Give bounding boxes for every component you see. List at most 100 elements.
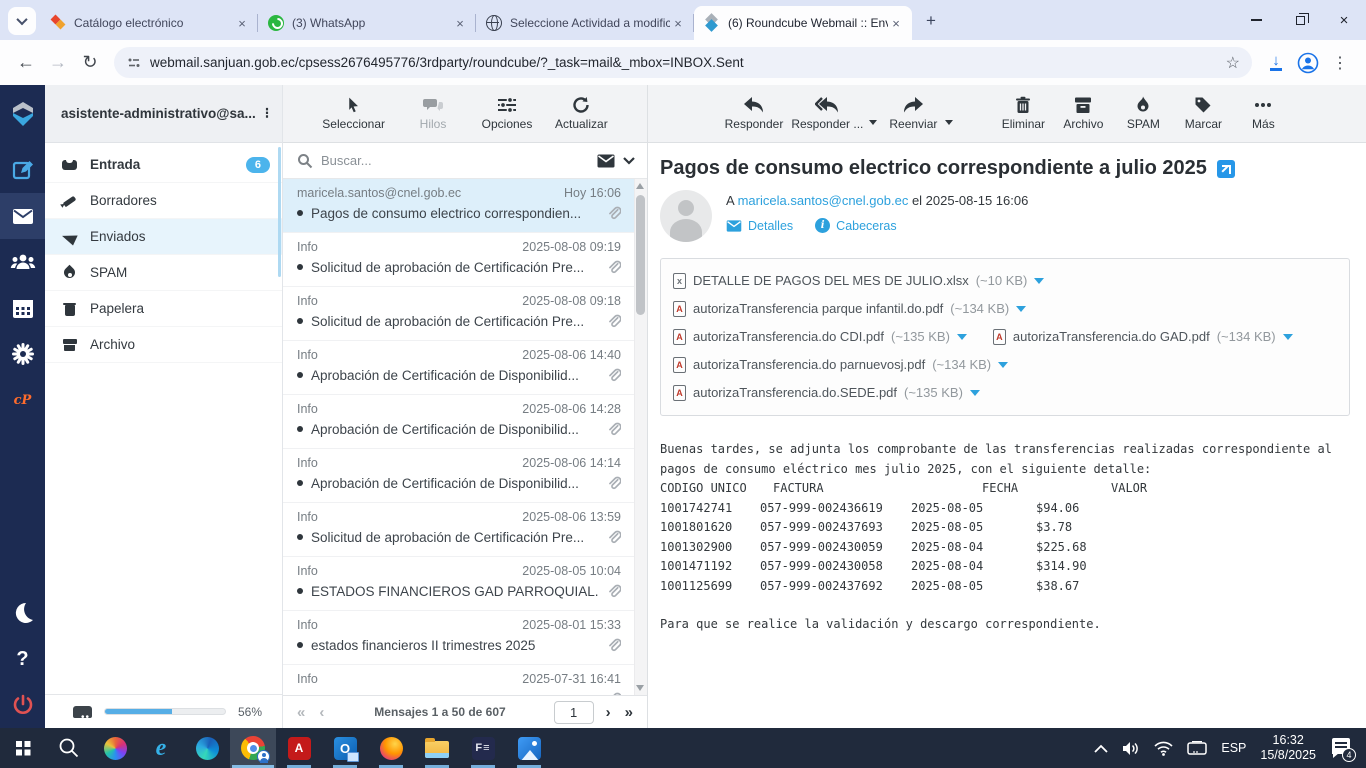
attachment-name[interactable]: autorizaTransferencia parque infantil.do… <box>693 295 943 323</box>
folder-item[interactable]: Papelera <box>45 291 282 327</box>
attachment-name[interactable]: autorizaTransferencia.do parnuevosj.pdf <box>693 351 925 379</box>
attachment-name[interactable]: autorizaTransferencia.do.SEDE.pdf <box>693 379 897 407</box>
details-toggle[interactable]: Detalles <box>726 219 793 233</box>
first-page-button[interactable]: « <box>295 704 307 721</box>
restore-button[interactable] <box>1278 0 1322 40</box>
refresh-button[interactable]: Actualizar <box>555 96 608 131</box>
scroll-down-icon[interactable] <box>636 685 644 691</box>
attachment-name[interactable]: DETALLE DE PAGOS DEL MES DE JULIO.xlsx <box>693 267 969 295</box>
cpanel-nav-button[interactable]: cP <box>0 377 45 423</box>
start-button[interactable] <box>0 728 46 768</box>
headers-toggle[interactable]: i Cabeceras <box>815 218 897 233</box>
internet-explorer-button[interactable]: e <box>138 728 184 768</box>
attachment-menu-caret[interactable] <box>1282 334 1293 340</box>
attachment-menu-caret[interactable] <box>998 362 1009 368</box>
compose-button[interactable] <box>0 147 45 193</box>
forward-button[interactable]: → <box>42 47 74 79</box>
more-button[interactable]: Más <box>1237 96 1289 131</box>
message-row[interactable]: maricela.santos@cnel.gob.ec Hoy 16:06 Pa… <box>283 179 647 233</box>
notification-center-button[interactable]: 4 <box>1330 735 1356 762</box>
tab-close-icon[interactable]: × <box>234 15 250 31</box>
search-input[interactable] <box>321 153 589 168</box>
reply-all-dropdown[interactable] <box>869 120 878 125</box>
archive-button[interactable]: Archivo <box>1057 96 1109 131</box>
message-row[interactable]: Info 2025-08-05 10:04 ESTADOS FINANCIERO… <box>283 557 647 611</box>
calendar-nav-button[interactable] <box>0 285 45 331</box>
forward-button[interactable]: Reenviar <box>887 96 939 131</box>
forward-dropdown[interactable] <box>945 120 954 125</box>
sidebar-scrollbar[interactable] <box>278 147 281 277</box>
settings-nav-button[interactable] <box>0 331 45 377</box>
acrobat-button[interactable]: A <box>276 728 322 768</box>
browser-menu-button[interactable]: ⋮ <box>1324 47 1356 79</box>
folder-item[interactable]: Enviados <box>45 219 282 255</box>
photos-button[interactable] <box>506 728 552 768</box>
downloads-button[interactable]: ↓ <box>1260 47 1292 79</box>
profile-button[interactable] <box>1292 47 1324 79</box>
reply-button[interactable]: Responder <box>725 96 783 131</box>
attachment-name[interactable]: autorizaTransferencia.do CDI.pdf <box>693 323 884 351</box>
browser-tab[interactable]: (6) Roundcube Webmail :: Envia × <box>694 6 912 40</box>
sender-email-link[interactable]: maricela.santos@cnel.gob.ec <box>738 193 909 208</box>
attachment-name[interactable]: autorizaTransferencia.do GAD.pdf <box>1013 323 1210 351</box>
account-menu-button[interactable]: ⁝ <box>260 106 274 121</box>
address-bar[interactable]: webmail.sanjuan.gob.ec/cpsess2676495776/… <box>114 47 1252 78</box>
attachment-menu-caret[interactable] <box>956 334 967 340</box>
logout-button[interactable] <box>0 682 45 728</box>
message-row[interactable]: Info 2025-07-31 16:41 <box>283 665 647 695</box>
threads-button[interactable]: Hilos <box>407 96 459 131</box>
message-row[interactable]: Info 2025-08-08 09:18 Solicitud de aprob… <box>283 287 647 341</box>
list-scrollbar[interactable] <box>634 179 647 695</box>
scroll-up-icon[interactable] <box>636 183 644 189</box>
prev-page-button[interactable]: ‹ <box>317 704 326 721</box>
attachment[interactable]: A autorizaTransferencia parque infantil.… <box>673 295 1311 323</box>
wifi-icon[interactable] <box>1154 741 1173 756</box>
edge-button[interactable] <box>184 728 230 768</box>
browser-tab[interactable]: (3) WhatsApp × <box>258 6 476 40</box>
spam-button[interactable]: SPAM <box>1117 96 1169 131</box>
reload-button[interactable]: ↻ <box>74 47 106 79</box>
tab-search-button[interactable] <box>8 7 36 35</box>
firefox-button[interactable] <box>368 728 414 768</box>
dark-mode-button[interactable] <box>0 590 45 636</box>
back-button[interactable]: ← <box>10 47 42 79</box>
attachment[interactable]: A autorizaTransferencia.do CDI.pdf (~135… <box>673 323 967 351</box>
attachment[interactable]: A autorizaTransferencia.do GAD.pdf (~134… <box>992 323 1293 351</box>
delete-button[interactable]: Eliminar <box>997 96 1049 131</box>
attachment-menu-caret[interactable] <box>1034 278 1045 284</box>
attachment[interactable]: A autorizaTransferencia.do.SEDE.pdf (~13… <box>673 379 1311 407</box>
mark-button[interactable]: Marcar <box>1177 96 1229 131</box>
chrome-button[interactable] <box>230 728 276 768</box>
minimize-button[interactable] <box>1234 0 1278 40</box>
browser-tab[interactable]: Seleccione Actividad a modifica × <box>476 6 694 40</box>
new-tab-button[interactable]: + <box>918 8 944 34</box>
taskbar-search-button[interactable] <box>46 728 92 768</box>
language-indicator[interactable]: ESP <box>1221 741 1246 755</box>
attachment-menu-caret[interactable] <box>969 390 980 396</box>
f-app-button[interactable]: F≡ <box>460 728 506 768</box>
mail-nav-button[interactable] <box>0 193 45 239</box>
close-button[interactable]: × <box>1322 0 1366 40</box>
reply-all-button[interactable]: Responder ... <box>791 96 863 131</box>
browser-tab[interactable]: Catálogo electrónico × <box>40 6 258 40</box>
search-options-chevron-icon[interactable] <box>623 156 635 165</box>
clock[interactable]: 16:32 15/8/2025 <box>1260 733 1316 763</box>
site-info-icon[interactable] <box>126 55 142 71</box>
last-page-button[interactable]: » <box>623 704 635 721</box>
volume-icon[interactable] <box>1122 741 1140 756</box>
tab-close-icon[interactable]: × <box>452 15 468 31</box>
message-row[interactable]: Info 2025-08-06 13:59 Solicitud de aprob… <box>283 503 647 557</box>
attachment[interactable]: A autorizaTransferencia.do parnuevosj.pd… <box>673 351 1311 379</box>
next-page-button[interactable]: › <box>604 704 613 721</box>
message-row[interactable]: Info 2025-08-08 09:19 Solicitud de aprob… <box>283 233 647 287</box>
search-scope-mail-icon[interactable] <box>597 154 615 168</box>
open-in-new-window-icon[interactable] <box>1216 159 1235 178</box>
outlook-button[interactable]: O <box>322 728 368 768</box>
copilot-button[interactable] <box>92 728 138 768</box>
file-explorer-button[interactable] <box>414 728 460 768</box>
scrollbar-thumb[interactable] <box>636 195 645 315</box>
folder-item[interactable]: Entrada 6 <box>45 147 282 183</box>
page-number-input[interactable] <box>553 700 594 724</box>
message-row[interactable]: Info 2025-08-06 14:40 Aprobación de Cert… <box>283 341 647 395</box>
attachment[interactable]: x DETALLE DE PAGOS DEL MES DE JULIO.xlsx… <box>673 267 1311 295</box>
